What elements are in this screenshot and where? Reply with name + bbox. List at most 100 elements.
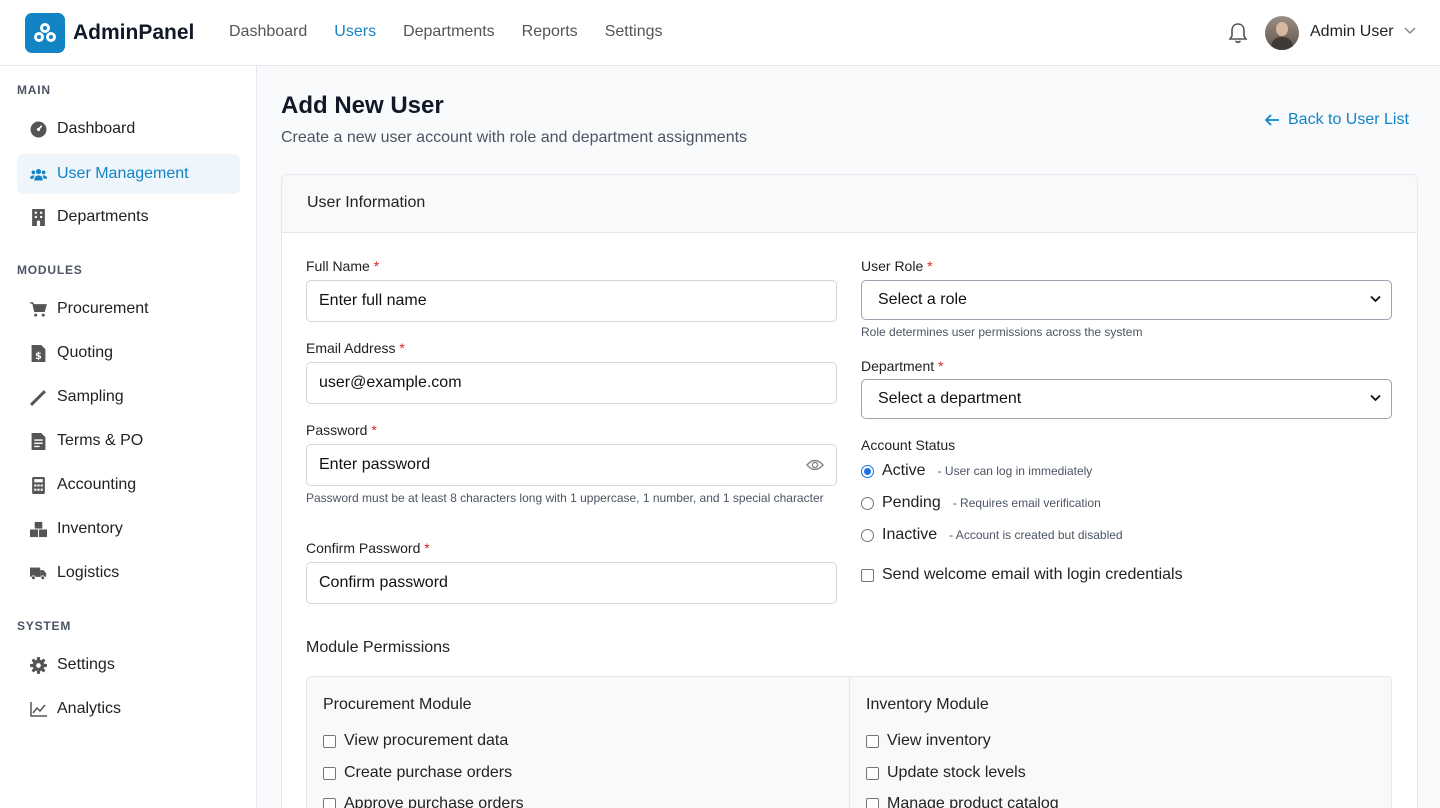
module-permissions-title: Module Permissions — [306, 639, 451, 656]
sidebar-item-label: Dashboard — [57, 120, 136, 137]
perm-update-stock-levels[interactable]: Update stock levels — [866, 764, 1026, 782]
radio-inactive[interactable] — [861, 528, 874, 542]
invoice-icon: $ — [29, 344, 47, 362]
checkbox-label: Update stock levels — [887, 764, 1026, 781]
arrow-left-icon — [1265, 114, 1279, 126]
password-label: Password * — [306, 422, 377, 438]
sidebar-item-dashboard[interactable]: Dashboard — [17, 109, 240, 149]
topnav-settings[interactable]: Settings — [605, 22, 663, 42]
account-status-label: Account Status — [861, 437, 956, 453]
status-option-active[interactable]: Active - User can log in immediately — [861, 462, 1092, 480]
checkbox[interactable] — [866, 766, 879, 780]
perm-approve-purchase-orders[interactable]: Approve purchase orders — [323, 795, 524, 808]
email-input[interactable]: user@example.com — [306, 362, 837, 404]
sidebar-item-label: Terms & PO — [57, 432, 144, 449]
radio-active[interactable] — [861, 464, 874, 478]
topnav-reports[interactable]: Reports — [522, 22, 578, 42]
perm-manage-product-catalog[interactable]: Manage product catalog — [866, 795, 1059, 808]
status-option-pending[interactable]: Pending - Requires email verification — [861, 494, 1101, 512]
calculator-icon — [29, 476, 47, 494]
radio-pending[interactable] — [861, 496, 874, 510]
sidebar-item-label: Quoting — [57, 344, 114, 361]
department-select[interactable]: Select a department — [861, 379, 1392, 419]
perm-view-inventory[interactable]: View inventory — [866, 732, 991, 750]
sidebar-item-accounting[interactable]: Accounting — [17, 465, 240, 505]
cart-icon — [29, 300, 47, 318]
department-label: Department * — [861, 358, 944, 374]
sidebar-item-logistics[interactable]: Logistics — [17, 553, 240, 593]
brand[interactable]: AdminPanel — [25, 13, 194, 53]
checkbox-label: Approve purchase orders — [344, 795, 524, 808]
svg-text:$: $ — [35, 350, 42, 361]
back-to-user-list-link[interactable]: Back to User List — [1265, 111, 1409, 129]
gear-icon — [29, 656, 47, 674]
topnav-dashboard[interactable]: Dashboard — [229, 22, 307, 42]
sidebar-item-quoting[interactable]: $ Quoting — [17, 333, 240, 373]
user-role-value: Select a role — [878, 291, 967, 308]
sidebar-item-analytics[interactable]: Analytics — [17, 689, 240, 729]
radio-description: - Account is created but disabled — [949, 528, 1123, 542]
full-name-input[interactable]: Enter full name — [306, 280, 837, 322]
back-link-label: Back to User List — [1288, 111, 1409, 128]
checkbox[interactable] — [866, 734, 879, 748]
top-nav: Dashboard Users Departments Reports Sett… — [229, 22, 690, 42]
permissions-divider — [849, 676, 850, 808]
user-menu-name[interactable]: Admin User — [1310, 23, 1394, 41]
sidebar-item-user-management[interactable]: User Management — [17, 154, 240, 194]
checkbox[interactable] — [323, 734, 336, 748]
checkbox[interactable] — [323, 797, 336, 808]
logo-icon — [25, 13, 65, 53]
sidebar-item-label: User Management — [57, 165, 189, 182]
sidebar-item-terms-po[interactable]: Terms & PO — [17, 421, 240, 461]
bell-icon[interactable] — [1228, 22, 1248, 44]
card-header: User Information — [282, 175, 1417, 233]
sidebar-item-departments[interactable]: Departments — [17, 197, 240, 237]
radio-label: Pending — [882, 494, 941, 511]
checkbox[interactable] — [866, 797, 879, 808]
procurement-module-title: Procurement Module — [323, 696, 472, 713]
flask-icon — [29, 388, 47, 406]
chevron-down-icon — [1370, 295, 1381, 303]
sidebar-item-label: Accounting — [57, 476, 137, 493]
sidebar-item-sampling[interactable]: Sampling — [17, 377, 240, 417]
checkbox-label: Create purchase orders — [344, 764, 513, 781]
user-role-help: Role determines user permissions across … — [861, 325, 1143, 339]
eye-icon[interactable] — [806, 458, 824, 472]
gauge-icon — [29, 120, 47, 138]
avatar[interactable] — [1265, 16, 1299, 50]
sidebar-item-label: Sampling — [57, 388, 124, 405]
perm-create-purchase-orders[interactable]: Create purchase orders — [323, 764, 512, 782]
status-option-inactive[interactable]: Inactive - Account is created but disabl… — [861, 526, 1123, 544]
radio-label: Active — [882, 462, 926, 479]
sidebar-section-main: MAIN — [17, 83, 51, 97]
checkbox[interactable] — [323, 766, 336, 780]
confirm-password-input[interactable]: Confirm password — [306, 562, 837, 604]
checkbox-label: View procurement data — [344, 732, 509, 749]
sidebar-item-label: Procurement — [57, 300, 149, 317]
chevron-down-icon — [1370, 394, 1381, 402]
top-navbar: AdminPanel Dashboard Users Departments R… — [0, 0, 1440, 66]
page-title: Add New User — [281, 92, 444, 119]
sidebar-item-label: Logistics — [57, 564, 120, 581]
password-input[interactable]: Enter password — [306, 444, 837, 486]
checkbox-label: View inventory — [887, 732, 991, 749]
sidebar-item-label: Settings — [57, 656, 115, 673]
topnav-users[interactable]: Users — [334, 22, 376, 42]
checkbox[interactable] — [861, 568, 874, 582]
chevron-down-icon[interactable] — [1404, 27, 1416, 35]
sidebar-item-label: Departments — [57, 208, 149, 225]
email-label: Email Address * — [306, 340, 405, 356]
radio-description: - Requires email verification — [952, 496, 1101, 510]
radio-label: Inactive — [882, 526, 938, 543]
chart-line-icon — [29, 700, 47, 718]
checkbox-label: Manage product catalog — [887, 795, 1059, 808]
user-role-select[interactable]: Select a role — [861, 280, 1392, 320]
sidebar-item-inventory[interactable]: Inventory — [17, 509, 240, 549]
sidebar-section-system: SYSTEM — [17, 619, 72, 633]
sidebar-item-label: Inventory — [57, 520, 123, 537]
sidebar-item-settings[interactable]: Settings — [17, 645, 240, 685]
welcome-email-checkbox[interactable]: Send welcome email with login credential… — [861, 566, 1183, 584]
topnav-departments[interactable]: Departments — [403, 22, 495, 42]
perm-view-procurement[interactable]: View procurement data — [323, 732, 508, 750]
sidebar-item-procurement[interactable]: Procurement — [17, 289, 240, 329]
